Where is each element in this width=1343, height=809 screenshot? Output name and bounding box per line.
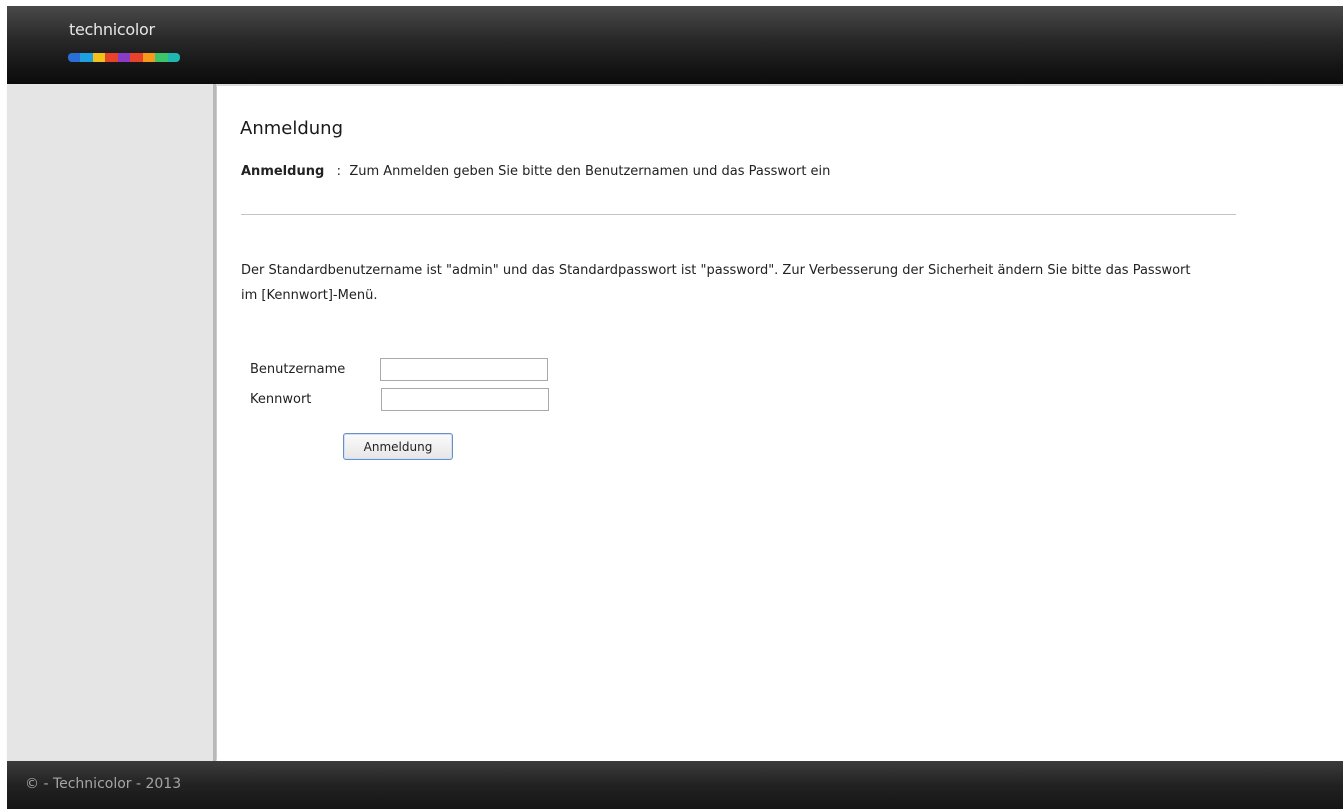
logo-color-segment	[155, 53, 168, 62]
subtitle-text: Zum Anmelden geben Sie bitte den Benutze…	[349, 164, 831, 179]
separator-char: :	[336, 164, 342, 179]
sidebar	[7, 84, 216, 761]
logo-color-segment	[68, 53, 81, 62]
logo-color-segment	[80, 53, 93, 62]
username-label: Benutzername	[250, 362, 346, 377]
logo-color-segment	[142, 53, 156, 62]
main-content: Anmeldung Anmeldung : Zum Anmelden geben…	[217, 84, 1343, 763]
page-subtitle: Anmeldung : Zum Anmelden geben Sie bitte…	[241, 164, 830, 179]
password-label: Kennwort	[250, 392, 312, 407]
logo-color-segment	[167, 53, 180, 62]
subtitle-label: Anmeldung	[241, 164, 325, 179]
logo-color-segment	[105, 53, 118, 62]
page-frame: technicolor Anmeldung Anmeldung : Zum An…	[7, 6, 1343, 809]
divider	[241, 214, 1236, 215]
page-title: Anmeldung	[240, 118, 343, 139]
footer-bar: © - Technicolor - 2013	[7, 761, 1343, 809]
logo-text: technicolor	[69, 20, 155, 39]
username-input[interactable]	[380, 358, 548, 381]
logo-color-segment	[117, 53, 131, 62]
logo-color-bar	[68, 53, 180, 62]
login-button[interactable]: Anmeldung	[343, 433, 453, 460]
password-input[interactable]	[381, 388, 549, 411]
logo-color-segment	[130, 53, 143, 62]
copyright-text: © - Technicolor - 2013	[25, 776, 182, 792]
logo-color-segment	[92, 53, 106, 62]
technicolor-logo[interactable]: technicolor	[66, 20, 186, 70]
default-credentials-info: Der Standardbenutzername ist "admin" und…	[241, 263, 1191, 303]
header-bar: technicolor	[7, 6, 1343, 84]
subtitle-separator: :	[328, 164, 349, 179]
